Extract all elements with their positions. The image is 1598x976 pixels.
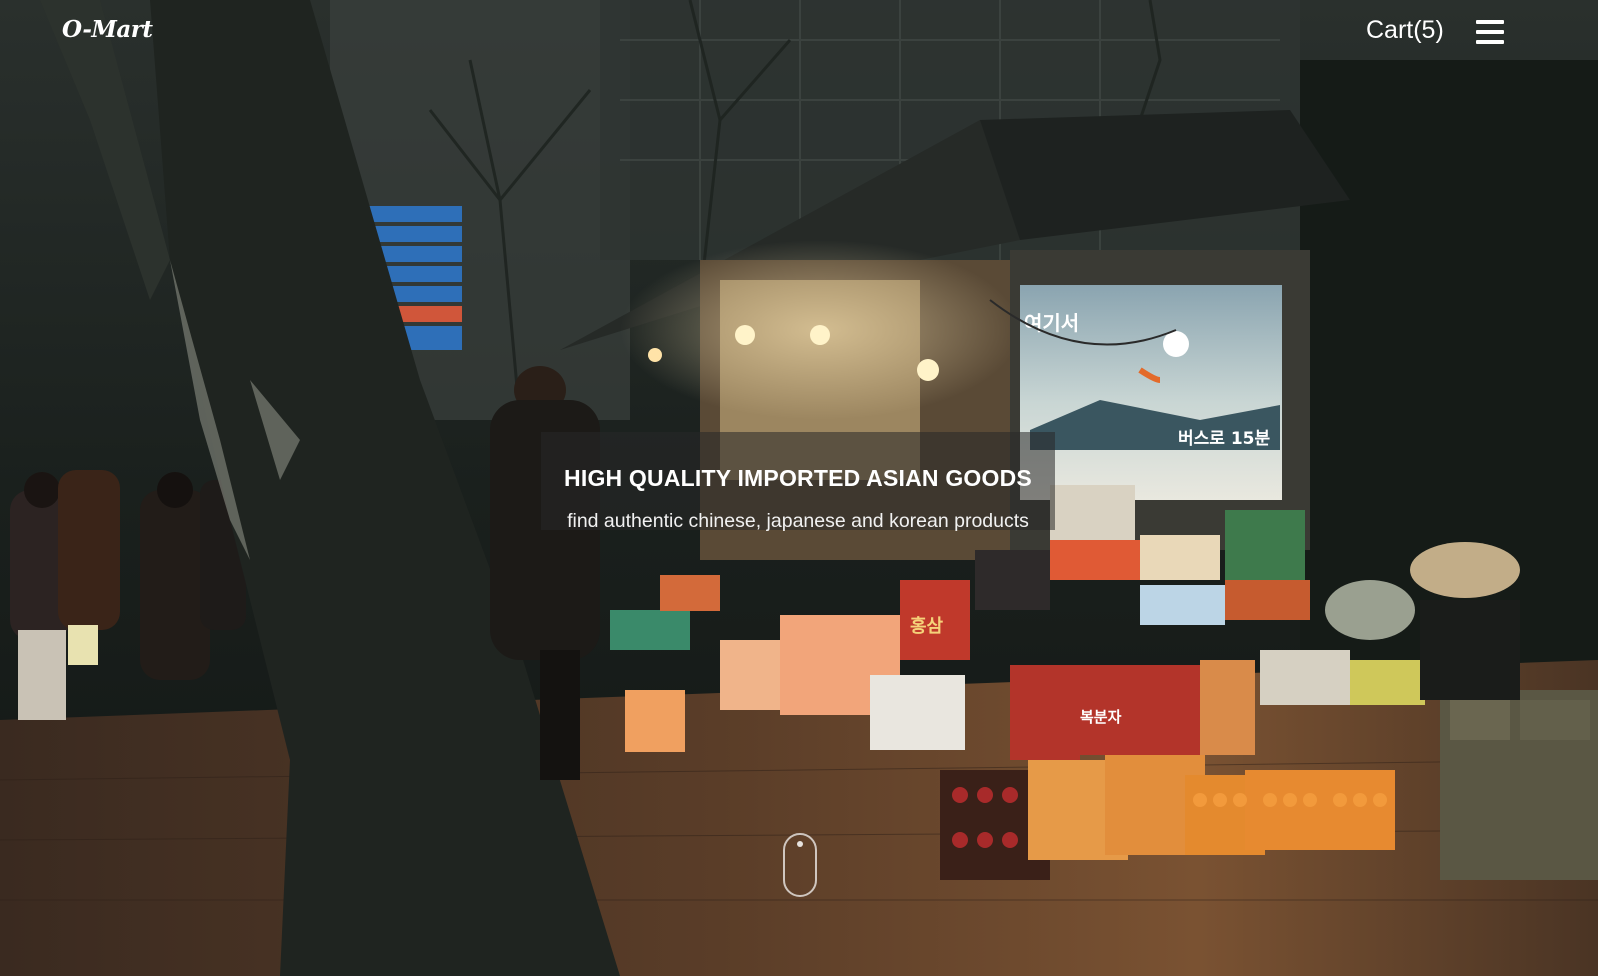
menu-bar-bottom [1476,40,1504,44]
box-label-bokbunja: 복분자 [1080,708,1122,726]
box-label-hongsam: 홍삼 [910,615,944,637]
mouse-scroll-icon[interactable] [782,832,818,898]
site-header: O-Mart Cart(5) [0,0,1598,64]
hero-subtitle: find authentic chinese, japanese and kor… [567,509,1029,532]
menu-bar-top [1476,20,1504,24]
hamburger-menu-icon[interactable] [1476,20,1504,44]
menu-bar-middle [1476,30,1504,34]
kiosk-poster-headline: 여기서 [1024,311,1079,335]
kiosk-poster-caption: 버스로 15분 [1178,429,1270,449]
hero-title: HIGH QUALITY IMPORTED ASIAN GOODS [564,465,1032,492]
site-logo[interactable]: O-Mart [62,16,153,43]
cart-link[interactable]: Cart(5) [1366,16,1444,45]
